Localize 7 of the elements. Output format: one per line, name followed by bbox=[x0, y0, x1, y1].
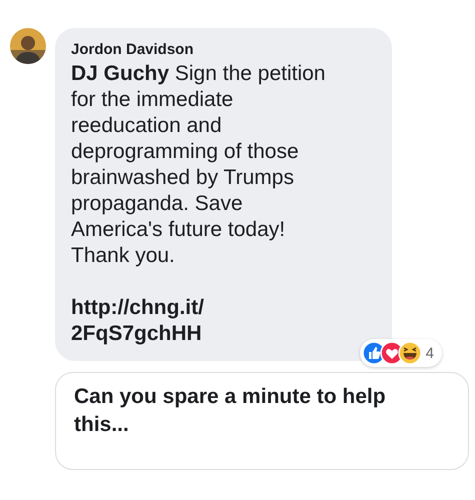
petition-link[interactable]: http://chng.it/ 2FqS7gchHH bbox=[71, 295, 204, 347]
avatar[interactable] bbox=[10, 28, 46, 64]
comment-text: DJ Guchy Sign the petition for the immediate reeducation and deprogramming of those brainwashed by Trumps propaganda. Save America's future today! Thank you. bbox=[71, 61, 326, 269]
laughing-face-icon bbox=[398, 341, 422, 365]
reactions-pill[interactable]: 4 bbox=[360, 339, 442, 367]
reaction-count: 4 bbox=[426, 344, 434, 362]
author-name[interactable]: Jordon Davidson bbox=[71, 41, 194, 58]
